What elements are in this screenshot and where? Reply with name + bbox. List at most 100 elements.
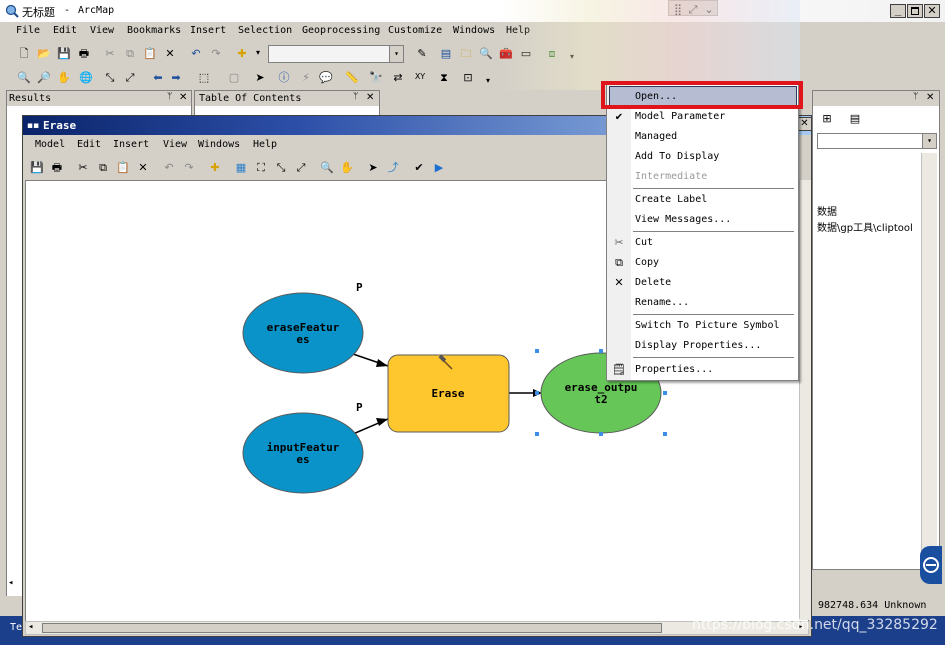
- model-menu-insert[interactable]: Insert: [113, 136, 149, 154]
- cut-icon[interactable]: ✂: [102, 45, 118, 61]
- selection-handle[interactable]: [599, 432, 603, 436]
- paste-icon[interactable]: 📋: [142, 45, 158, 61]
- model-run-icon[interactable]: ▶: [431, 159, 447, 175]
- menu-help[interactable]: Help: [506, 22, 530, 40]
- model-zoom-out-fixed-icon[interactable]: ⤢: [293, 159, 309, 175]
- model-select-icon[interactable]: ➤: [365, 159, 381, 175]
- print-icon[interactable]: 🖶: [76, 45, 92, 61]
- ctx-item-switch-to-picture-symbol[interactable]: Switch To Picture Symbol: [635, 319, 780, 332]
- model-pan-icon[interactable]: ✋: [339, 159, 355, 175]
- maximize-button[interactable]: [907, 4, 923, 18]
- model-paste-icon[interactable]: 📋: [115, 159, 131, 175]
- right-panel-tool-icon-1[interactable]: ⊞: [819, 110, 835, 126]
- copy-icon[interactable]: ⧉: [122, 45, 138, 61]
- minimize-button[interactable]: _: [890, 4, 906, 18]
- right-panel-combo[interactable]: ▾: [817, 133, 937, 149]
- results-close-icon[interactable]: ✕: [179, 92, 187, 103]
- model-print-icon[interactable]: 🖶: [49, 159, 65, 175]
- catalog-window-icon[interactable]: 🗀: [458, 45, 474, 61]
- open-folder-icon[interactable]: 📂: [36, 45, 52, 61]
- model-menu-view[interactable]: View: [163, 136, 187, 154]
- toc-pin-icon[interactable]: ᛘ: [353, 92, 358, 102]
- right-pin-icon[interactable]: ᛘ: [913, 92, 918, 102]
- toc-close-icon[interactable]: ✕: [366, 92, 374, 103]
- menu-edit[interactable]: Edit: [53, 22, 77, 40]
- model-menu-model[interactable]: Model: [35, 136, 65, 154]
- right-close-icon[interactable]: ✕: [926, 92, 934, 103]
- menu-geoprocessing[interactable]: Geoprocessing: [302, 22, 380, 40]
- close-button[interactable]: ✕: [924, 4, 940, 18]
- model-undo-icon[interactable]: ↶: [161, 159, 177, 175]
- model-scroll-left-icon[interactable]: ◂: [28, 622, 33, 632]
- ctx-item-managed[interactable]: Managed: [635, 130, 677, 143]
- ctx-item-delete[interactable]: Delete: [635, 276, 671, 289]
- selection-handle[interactable]: [535, 432, 539, 436]
- restore-grip-area[interactable]: ⣿ ⤢ ⌄: [668, 0, 718, 16]
- model-save-icon[interactable]: 💾: [29, 159, 45, 175]
- menu-windows[interactable]: Windows: [453, 22, 495, 40]
- editor-toolbar-icon[interactable]: ✎: [414, 45, 430, 61]
- ctx-item-add-to-display[interactable]: Add To Display: [635, 150, 719, 163]
- find-binoculars-icon[interactable]: 🔭: [368, 69, 384, 85]
- menu-insert[interactable]: Insert: [190, 22, 226, 40]
- ctx-item-view-messages[interactable]: View Messages...: [635, 213, 731, 226]
- identify-icon[interactable]: ⓘ: [276, 69, 292, 85]
- model-full-extent-icon[interactable]: ⛶: [253, 159, 269, 175]
- selection-handle[interactable]: [599, 349, 603, 353]
- measure-icon[interactable]: 📏: [344, 69, 360, 85]
- model-cut-icon[interactable]: ✂: [75, 159, 91, 175]
- html-popup-icon[interactable]: 💬: [318, 69, 334, 85]
- side-dock-tab[interactable]: [920, 546, 942, 584]
- undo-icon[interactable]: ↶: [188, 45, 204, 61]
- model-delete-icon[interactable]: ✕: [135, 159, 151, 175]
- right-panel-tool-icon-2[interactable]: ▤: [847, 110, 863, 126]
- ctx-item-model-parameter[interactable]: Model Parameter: [635, 110, 725, 123]
- model-menu-windows[interactable]: Windows: [198, 136, 240, 154]
- go-to-xy-icon[interactable]: XY: [412, 69, 428, 85]
- ctx-item-cut[interactable]: Cut: [635, 236, 653, 249]
- toolbar-overflow-icon-2[interactable]: ▾: [480, 73, 496, 89]
- toolbar-overflow-icon[interactable]: ▾: [564, 49, 580, 65]
- find-route-icon[interactable]: ⇄: [390, 69, 406, 85]
- arctoolbox-icon[interactable]: 🧰: [498, 45, 514, 61]
- create-viewer-icon[interactable]: ⊡: [460, 69, 476, 85]
- zoom-out-icon[interactable]: 🔎: [36, 69, 52, 85]
- menu-file[interactable]: File: [16, 22, 40, 40]
- scale-combo[interactable]: ▾: [268, 45, 404, 63]
- search-window-icon[interactable]: 🔍: [478, 45, 494, 61]
- model-add-data-icon[interactable]: ✚: [207, 159, 223, 175]
- results-pin-icon[interactable]: ᛘ: [167, 92, 172, 102]
- add-data-icon[interactable]: ✚: [234, 45, 250, 61]
- selection-handle[interactable]: [535, 349, 539, 353]
- selection-handle[interactable]: [663, 391, 667, 395]
- menu-customize[interactable]: Customize: [388, 22, 442, 40]
- modelbuilder-icon[interactable]: ⧈: [544, 45, 560, 61]
- model-connect-icon[interactable]: ⤴: [385, 159, 401, 175]
- ctx-item-rename[interactable]: Rename...: [635, 296, 689, 309]
- right-panel-scrollbar[interactable]: [921, 153, 937, 571]
- dropdown-arrow-icon[interactable]: ▾: [250, 45, 266, 61]
- ctx-item-copy[interactable]: Copy: [635, 256, 659, 269]
- ctx-item-open[interactable]: Open...: [635, 90, 677, 103]
- selection-handle[interactable]: [663, 432, 667, 436]
- menu-view[interactable]: View: [90, 22, 114, 40]
- toc-window-icon[interactable]: ▤: [438, 45, 454, 61]
- zoom-in-icon[interactable]: 🔍: [16, 69, 32, 85]
- save-icon[interactable]: 💾: [56, 45, 72, 61]
- menu-bookmarks[interactable]: Bookmarks: [127, 22, 181, 40]
- model-zoom-in-fixed-icon[interactable]: ⤡: [273, 159, 289, 175]
- new-document-icon[interactable]: 🗋: [16, 45, 32, 61]
- model-window-close-button[interactable]: ✕: [797, 117, 812, 131]
- time-slider-icon[interactable]: ⧗: [436, 69, 452, 85]
- model-menu-edit[interactable]: Edit: [77, 136, 101, 154]
- model-scroll-thumb[interactable]: [42, 623, 662, 633]
- delete-icon[interactable]: ✕: [162, 45, 178, 61]
- model-redo-icon[interactable]: ↷: [181, 159, 197, 175]
- node-erase-features[interactable]: eraseFeatur es: [242, 292, 364, 374]
- model-auto-layout-icon[interactable]: ▦: [233, 159, 249, 175]
- clear-selection-icon[interactable]: ▢: [226, 69, 242, 85]
- model-zoom-icon[interactable]: 🔍: [319, 159, 335, 175]
- select-features-icon[interactable]: ⬚: [196, 69, 212, 85]
- model-menu-help[interactable]: Help: [253, 136, 277, 154]
- fixed-zoom-in-icon[interactable]: ⤡: [102, 69, 118, 85]
